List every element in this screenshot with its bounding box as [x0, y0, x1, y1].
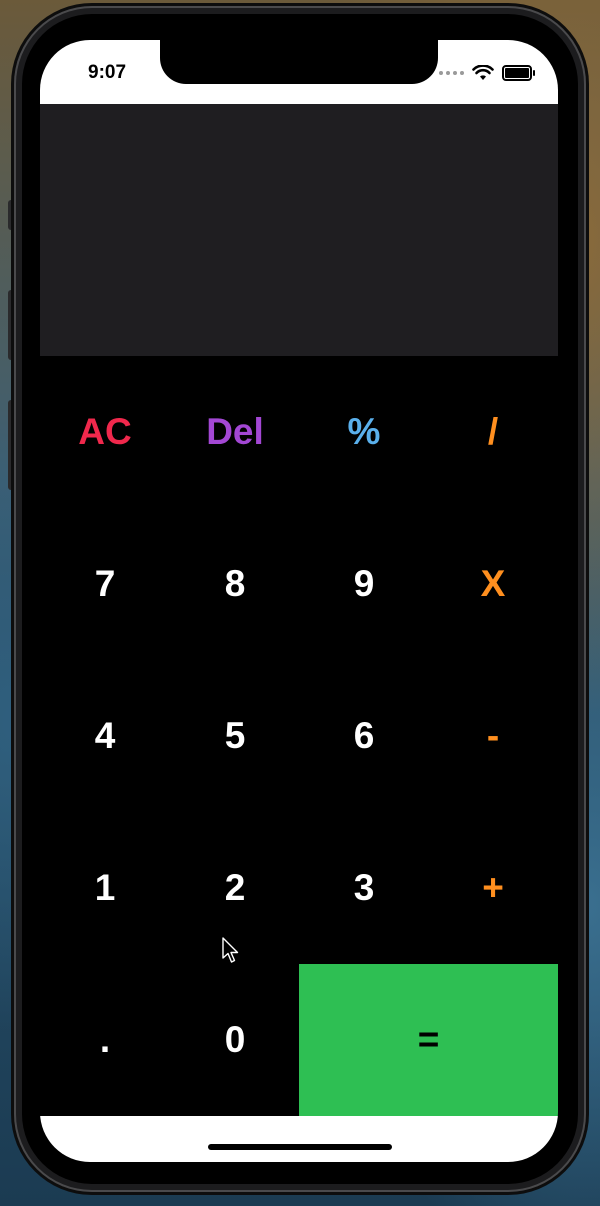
decimal-point-button[interactable]: . [40, 964, 170, 1116]
wifi-icon [472, 65, 494, 80]
percent-button[interactable]: % [299, 356, 429, 508]
status-time: 9:07 [88, 62, 127, 83]
delete-button[interactable]: Del [170, 356, 300, 508]
subtract-button[interactable]: - [428, 660, 558, 812]
home-indicator-area [40, 1116, 558, 1162]
all-clear-button[interactable]: AC [40, 356, 170, 508]
status-bar: 9:07 [40, 40, 558, 104]
digit-7-button[interactable]: 7 [40, 508, 170, 660]
digit-4-button[interactable]: 4 [40, 660, 170, 812]
calculator-display [40, 104, 558, 356]
digit-3-button[interactable]: 3 [299, 812, 429, 964]
digit-9-button[interactable]: 9 [299, 508, 429, 660]
phone-screen: 9:07 AC Del % / 7 8 9 X 4 5 6 - 1 2 3 + … [40, 40, 558, 1162]
status-icons [439, 65, 535, 81]
keypad: AC Del % / 7 8 9 X 4 5 6 - 1 2 3 + . 0 = [40, 356, 558, 1116]
divide-button[interactable]: / [428, 356, 558, 508]
equals-button[interactable]: = [299, 964, 558, 1116]
battery-icon [502, 65, 535, 81]
cellular-signal-icon [439, 71, 464, 75]
digit-5-button[interactable]: 5 [170, 660, 300, 812]
digit-1-button[interactable]: 1 [40, 812, 170, 964]
multiply-button[interactable]: X [428, 508, 558, 660]
digit-8-button[interactable]: 8 [170, 508, 300, 660]
notch [160, 40, 438, 84]
digit-6-button[interactable]: 6 [299, 660, 429, 812]
home-indicator[interactable] [208, 1144, 392, 1150]
digit-0-button[interactable]: 0 [170, 964, 300, 1116]
add-button[interactable]: + [428, 812, 558, 964]
mouse-pointer-icon [222, 937, 239, 963]
